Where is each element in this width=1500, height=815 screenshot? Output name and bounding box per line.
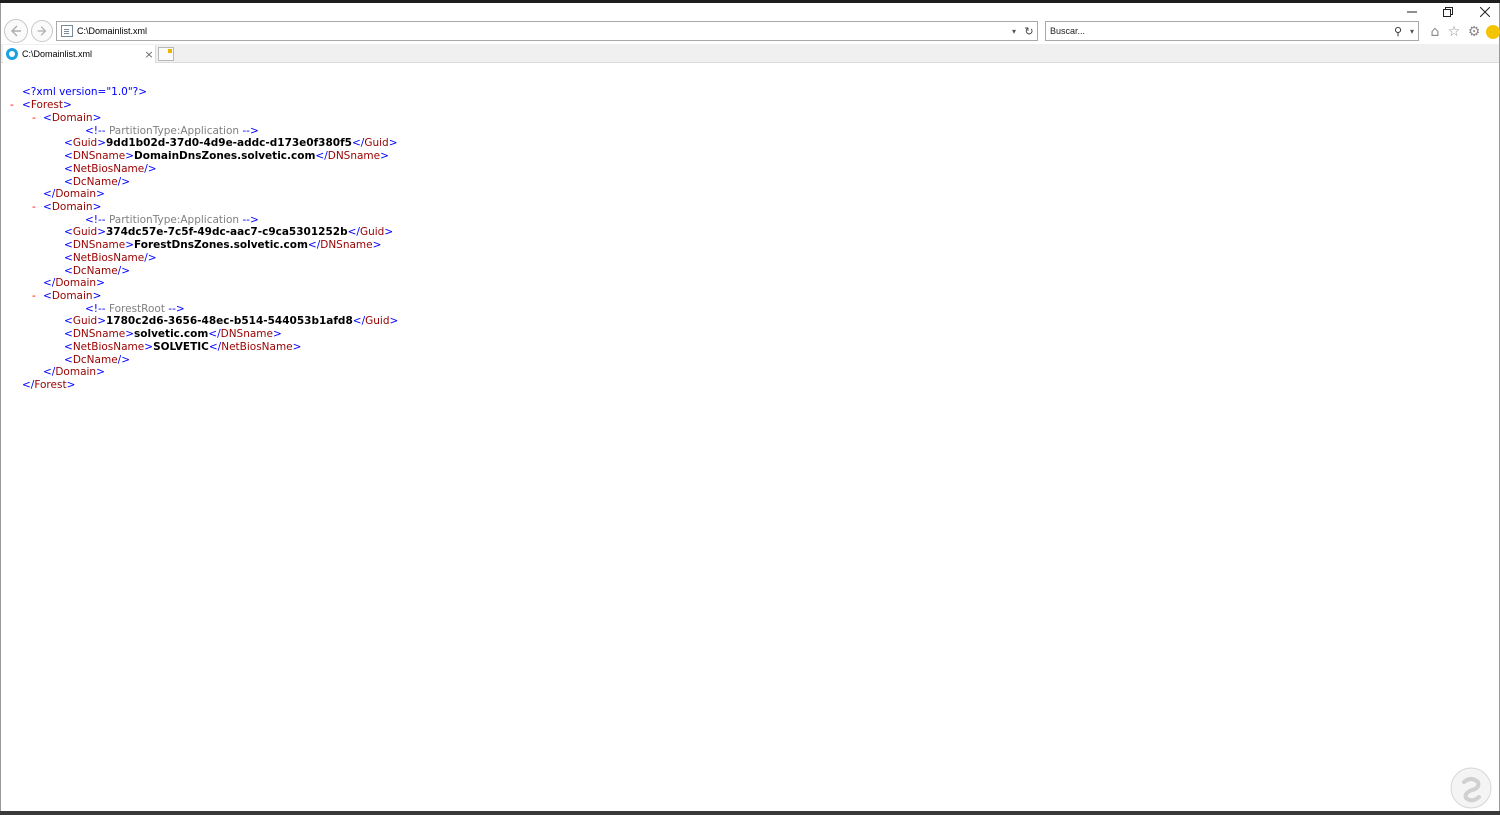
- xml-declaration: <?xml version="1.0"?>: [22, 86, 148, 98]
- minimize-button[interactable]: [1398, 4, 1426, 20]
- xml-forest-open: <Forest>: [22, 99, 72, 111]
- xml-netbiosname: <NetBiosName/>: [64, 252, 157, 264]
- address-bar[interactable]: C:\Domainlist.xml ▾ ↻: [56, 21, 1038, 41]
- page-icon: [61, 25, 73, 37]
- xml-domain-open: <Domain>: [43, 201, 102, 213]
- collapse-toggle-domain-2[interactable]: -: [32, 201, 36, 214]
- tab-title: C:\Domainlist.xml: [22, 49, 93, 59]
- favorites-star-icon[interactable]: ☆: [1446, 24, 1462, 40]
- xml-netbiosname: <NetBiosName>SOLVETIC</NetBiosName>: [64, 341, 302, 353]
- xml-domain-close: </Domain>: [43, 366, 105, 378]
- xml-netbiosname: <NetBiosName/>: [64, 163, 157, 175]
- xml-dnsname: <DNSname>DomainDnsZones.solvetic.com</DN…: [64, 150, 389, 162]
- window-bottom-border: [0, 811, 1500, 815]
- xml-domain-close: </Domain>: [43, 277, 105, 289]
- close-window-button[interactable]: [1471, 4, 1499, 20]
- address-dropdown-icon[interactable]: ▾: [1007, 27, 1021, 36]
- restore-button[interactable]: [1434, 4, 1462, 20]
- window-left-border: [0, 3, 1, 811]
- xml-domain-open: <Domain>: [43, 112, 102, 124]
- xml-domain-close: </Domain>: [43, 188, 105, 200]
- search-box[interactable]: ⚲ ▾: [1045, 21, 1419, 41]
- home-icon[interactable]: ⌂: [1427, 24, 1443, 40]
- close-icon: [1480, 7, 1490, 17]
- collapse-toggle-domain-3[interactable]: -: [32, 290, 36, 303]
- collapse-toggle-forest[interactable]: -: [10, 99, 14, 112]
- back-button[interactable]: [4, 19, 28, 43]
- address-url[interactable]: C:\Domainlist.xml: [77, 26, 1007, 36]
- watermark-logo: [1450, 767, 1492, 809]
- xml-guid: <Guid>374dc57e-7c5f-49dc-aac7-c9ca530125…: [64, 226, 394, 238]
- minimize-icon: [1407, 11, 1417, 13]
- refresh-icon[interactable]: ↻: [1021, 25, 1037, 38]
- new-tab-button[interactable]: [158, 47, 174, 61]
- collapse-toggle-domain-1[interactable]: -: [32, 112, 36, 125]
- tab-bar: C:\Domainlist.xml ×: [1, 44, 1499, 63]
- xml-guid: <Guid>1780c2d6-3656-48ec-b514-544053b1af…: [64, 315, 399, 327]
- arrow-right-icon: [37, 26, 47, 36]
- search-input[interactable]: [1046, 26, 1390, 36]
- restore-icon: [1443, 7, 1453, 17]
- forward-button[interactable]: [31, 20, 53, 42]
- search-dropdown-icon[interactable]: ▾: [1406, 27, 1418, 36]
- search-icon[interactable]: ⚲: [1390, 25, 1406, 38]
- arrow-left-icon: [10, 25, 21, 37]
- ie-logo-icon: [6, 48, 18, 60]
- tab-domainlist[interactable]: C:\Domainlist.xml ×: [3, 45, 156, 63]
- xml-forest-close: </Forest>: [22, 379, 76, 391]
- xml-dnsname: <DNSname>ForestDnsZones.solvetic.com</DN…: [64, 239, 382, 251]
- xml-domain-open: <Domain>: [43, 290, 102, 302]
- feedback-smiley-icon[interactable]: [1486, 25, 1500, 39]
- xml-dnsname: <DNSname>solvetic.com</DNSname>: [64, 328, 282, 340]
- gear-icon[interactable]: ⚙: [1466, 24, 1482, 40]
- tab-close-icon[interactable]: ×: [143, 48, 155, 61]
- xml-guid: <Guid>9dd1b02d-37d0-4d9e-addc-d173e0f380…: [64, 137, 398, 149]
